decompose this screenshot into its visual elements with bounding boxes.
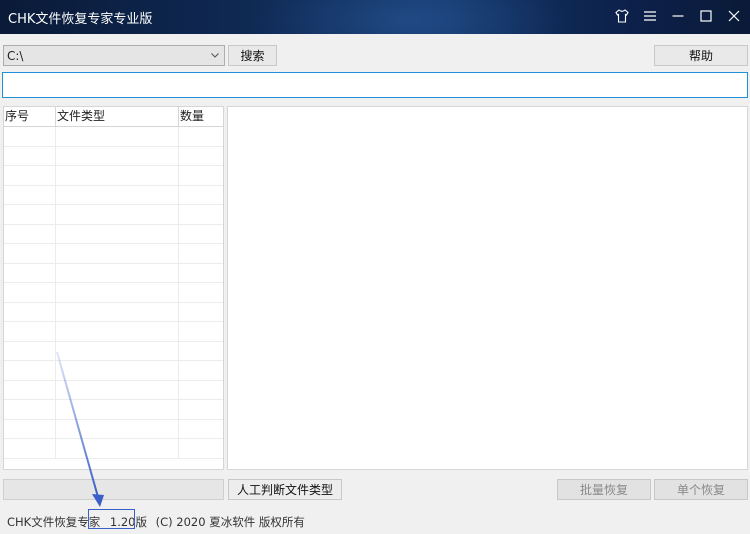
table-cell	[56, 322, 179, 341]
title-bar-glow	[250, 0, 570, 34]
table-cell	[179, 439, 223, 458]
table-cell	[4, 400, 56, 419]
batch-recover-button[interactable]: 批量恢复	[557, 479, 651, 500]
maximize-icon[interactable]	[698, 8, 714, 24]
table-cell	[179, 244, 223, 263]
table-row[interactable]	[4, 341, 223, 361]
table-row[interactable]	[4, 361, 223, 381]
table-row[interactable]	[4, 166, 223, 186]
version-highlight-box	[88, 509, 135, 529]
table-cell	[4, 244, 56, 263]
window-title: CHK文件恢复专家专业版	[8, 12, 153, 27]
table-cell	[4, 322, 56, 341]
chevron-down-icon	[211, 53, 219, 58]
column-header-index[interactable]: 序号	[4, 107, 56, 127]
table-cell	[4, 146, 56, 165]
table-row[interactable]	[4, 127, 223, 147]
table-row[interactable]	[4, 439, 223, 459]
table-cell	[4, 166, 56, 185]
table-cell	[56, 400, 179, 419]
table-cell	[4, 205, 56, 224]
table-cell	[179, 264, 223, 283]
table-cell	[4, 380, 56, 399]
drive-select[interactable]: C:\	[3, 45, 225, 66]
drive-select-value: C:\	[7, 48, 24, 63]
window-controls	[614, 8, 742, 24]
table-cell	[4, 185, 56, 204]
table-cell	[4, 283, 56, 302]
table-cell	[4, 341, 56, 360]
table-cell	[56, 224, 179, 243]
table-cell	[4, 224, 56, 243]
table-row[interactable]	[4, 283, 223, 303]
table-cell	[56, 419, 179, 438]
table-cell	[56, 185, 179, 204]
table-cell	[56, 263, 179, 282]
table-cell	[179, 361, 223, 380]
table-cell	[4, 361, 56, 380]
status-copyright: (C) 2020 夏冰软件 版权所有	[155, 515, 305, 529]
table-cell	[179, 400, 223, 419]
table-cell	[179, 166, 223, 185]
table-row[interactable]	[4, 302, 223, 322]
progress-bar	[3, 479, 224, 500]
table-cell	[4, 419, 56, 438]
table-cell	[179, 381, 223, 400]
table-row[interactable]	[4, 400, 223, 420]
table-row[interactable]	[4, 263, 223, 283]
table-row[interactable]	[4, 419, 223, 439]
table-cell	[179, 303, 223, 322]
table-row[interactable]	[4, 224, 223, 244]
table-cell	[179, 322, 223, 341]
column-header-count[interactable]: 数量	[179, 107, 223, 127]
table-row[interactable]	[4, 244, 223, 264]
table-cell	[179, 283, 223, 302]
shirt-icon[interactable]	[614, 8, 630, 24]
table-cell	[179, 186, 223, 205]
path-input[interactable]	[2, 72, 748, 98]
minimize-icon[interactable]	[670, 8, 686, 24]
table-cell	[56, 439, 179, 458]
preview-panel	[227, 106, 748, 470]
search-button[interactable]: 搜索	[228, 45, 277, 66]
table-row[interactable]	[4, 205, 223, 225]
table-cell	[56, 146, 179, 165]
table-row[interactable]	[4, 185, 223, 205]
menu-icon[interactable]	[642, 8, 658, 24]
title-bar: CHK文件恢复专家专业版	[0, 0, 750, 34]
file-type-grid[interactable]: 序号 文件类型 数量	[3, 106, 224, 470]
table-cell	[56, 205, 179, 224]
single-recover-button[interactable]: 单个恢复	[654, 479, 748, 500]
table-cell	[179, 420, 223, 439]
help-button[interactable]: 帮助	[654, 45, 748, 66]
column-header-file-type[interactable]: 文件类型	[56, 107, 179, 127]
table-cell	[179, 225, 223, 244]
table-row[interactable]	[4, 322, 223, 342]
table-cell	[179, 147, 223, 166]
close-icon[interactable]	[726, 8, 742, 24]
table-cell	[56, 341, 179, 360]
table-cell	[4, 127, 56, 146]
table-cell	[56, 302, 179, 321]
table-cell	[179, 205, 223, 224]
table-cell	[56, 283, 179, 302]
grid-header: 序号 文件类型 数量	[4, 107, 223, 127]
status-text: CHK文件恢复专家 1.20版 (C) 2020 夏冰软件 版权所有	[7, 514, 305, 530]
status-product: CHK文件恢复专家	[7, 515, 101, 529]
table-cell	[56, 244, 179, 263]
manual-detect-type-button[interactable]: 人工判断文件类型	[228, 479, 342, 500]
table-cell	[56, 380, 179, 399]
table-row[interactable]	[4, 380, 223, 400]
table-cell	[179, 127, 223, 146]
table-cell	[4, 263, 56, 282]
table-row[interactable]	[4, 146, 223, 166]
table-cell	[4, 302, 56, 321]
grid-body	[4, 127, 223, 459]
table-cell	[56, 127, 179, 146]
table-cell	[56, 361, 179, 380]
table-cell	[4, 439, 56, 458]
table-cell	[56, 166, 179, 185]
table-cell	[179, 342, 223, 361]
